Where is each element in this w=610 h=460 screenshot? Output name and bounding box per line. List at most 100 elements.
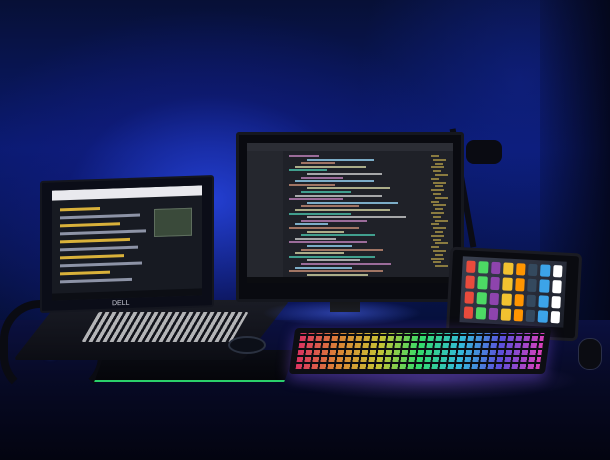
minimap-line <box>435 185 443 188</box>
code-line <box>301 234 375 237</box>
code-line <box>289 169 327 172</box>
code-line <box>307 230 344 233</box>
tablet-app-icon <box>525 309 536 323</box>
tablet-app-icon <box>476 306 487 320</box>
minimap-line <box>431 200 439 203</box>
tablet-app-icon <box>527 278 538 292</box>
code-line <box>289 155 319 157</box>
code-line <box>307 201 398 204</box>
tablet-app-icon <box>539 279 550 293</box>
tablet-app-icon <box>514 278 525 292</box>
tablet-app-icon <box>489 292 500 305</box>
tablet-app-icon <box>478 261 489 274</box>
code-line <box>289 212 351 215</box>
laptop-side-panel <box>154 207 192 238</box>
laptop-text-row <box>60 206 100 212</box>
minimap-line <box>431 212 444 214</box>
code-line <box>307 173 382 175</box>
editor-tab-bar <box>247 143 453 151</box>
tablet-app-icon <box>464 290 475 304</box>
minimap-line <box>433 181 446 184</box>
code-line <box>295 180 374 183</box>
microphone-icon <box>466 140 502 164</box>
tablet-app-icon <box>527 263 538 277</box>
laptop-brand-logo: DELL <box>112 299 130 308</box>
tablet-app-icon <box>501 292 512 306</box>
code-line <box>307 216 406 219</box>
minimap-line <box>433 261 441 264</box>
minimap-line <box>435 174 448 176</box>
monitor-taskbar <box>247 277 453 283</box>
tablet-app-icon <box>538 294 549 308</box>
minimap-line <box>431 177 439 180</box>
keyboard-rgb-keys <box>295 333 545 369</box>
tablet-app-icon <box>515 263 526 276</box>
minimap-line <box>433 250 446 252</box>
minimap-line <box>431 166 444 169</box>
code-line <box>295 194 382 197</box>
minimap-line <box>435 208 443 211</box>
code-line <box>289 183 335 186</box>
tablet-app-icon <box>513 308 524 322</box>
tablet-app-icon <box>551 280 562 293</box>
code-line <box>307 187 390 190</box>
code-line <box>295 237 336 240</box>
code-line <box>295 223 328 226</box>
minimap-line <box>435 253 443 256</box>
laptop-text-row <box>60 261 142 268</box>
code-line <box>307 273 368 276</box>
code-line <box>289 241 367 244</box>
laptop-text-row <box>60 270 110 276</box>
editor-file-tree <box>247 151 283 279</box>
minimap-line <box>435 231 443 233</box>
code-line <box>295 165 366 168</box>
minimap-line <box>431 257 444 260</box>
tablet-app-icon <box>489 277 500 290</box>
tablet-app-icon <box>502 277 513 291</box>
laptop-icon <box>40 174 214 314</box>
monitor-icon <box>236 132 464 302</box>
code-line <box>301 263 391 265</box>
code-line <box>301 176 343 179</box>
code-line <box>301 162 335 165</box>
minimap-line <box>433 238 441 241</box>
tablet-app-icon <box>465 275 476 289</box>
laptop-browser-bar <box>52 185 202 201</box>
keyboard-icon <box>288 328 552 374</box>
minimap-line <box>431 223 439 226</box>
tablet-app-icon <box>552 265 563 278</box>
code-line <box>295 209 390 211</box>
laptop-text-row <box>60 237 130 244</box>
tablet-app-icon <box>466 260 477 274</box>
laptop-keyboard <box>81 312 249 342</box>
desk-setup-photo: DELL <box>0 0 610 460</box>
minimap-line <box>433 204 446 207</box>
minimap-line <box>435 196 448 199</box>
laptop-text-row <box>60 229 146 236</box>
minimap-line <box>433 215 441 218</box>
minimap-line <box>435 265 448 268</box>
minimap-line <box>431 234 444 237</box>
tablet-app-icon <box>488 307 499 321</box>
code-line <box>307 245 352 247</box>
minimap-line <box>433 193 441 195</box>
tablet-app-icon <box>477 276 488 290</box>
tablet-app-icon <box>490 261 501 275</box>
code-line <box>289 270 383 273</box>
code-line <box>301 248 383 251</box>
laptop-text-row <box>60 277 132 284</box>
minimap-line <box>431 246 439 249</box>
code-line <box>307 259 360 262</box>
minimap-line <box>431 155 439 157</box>
laptop-text-row <box>60 213 140 220</box>
code-line <box>301 219 367 222</box>
code-line <box>295 266 352 269</box>
code-line <box>289 227 359 229</box>
minimap-line <box>435 162 443 165</box>
minimap-line <box>431 189 444 192</box>
code-line <box>307 158 374 161</box>
code-editor-screen <box>247 143 453 283</box>
tablet-app-icon <box>503 262 514 276</box>
tablet-app-icon <box>537 310 548 323</box>
tablet-app-icon <box>513 293 524 307</box>
